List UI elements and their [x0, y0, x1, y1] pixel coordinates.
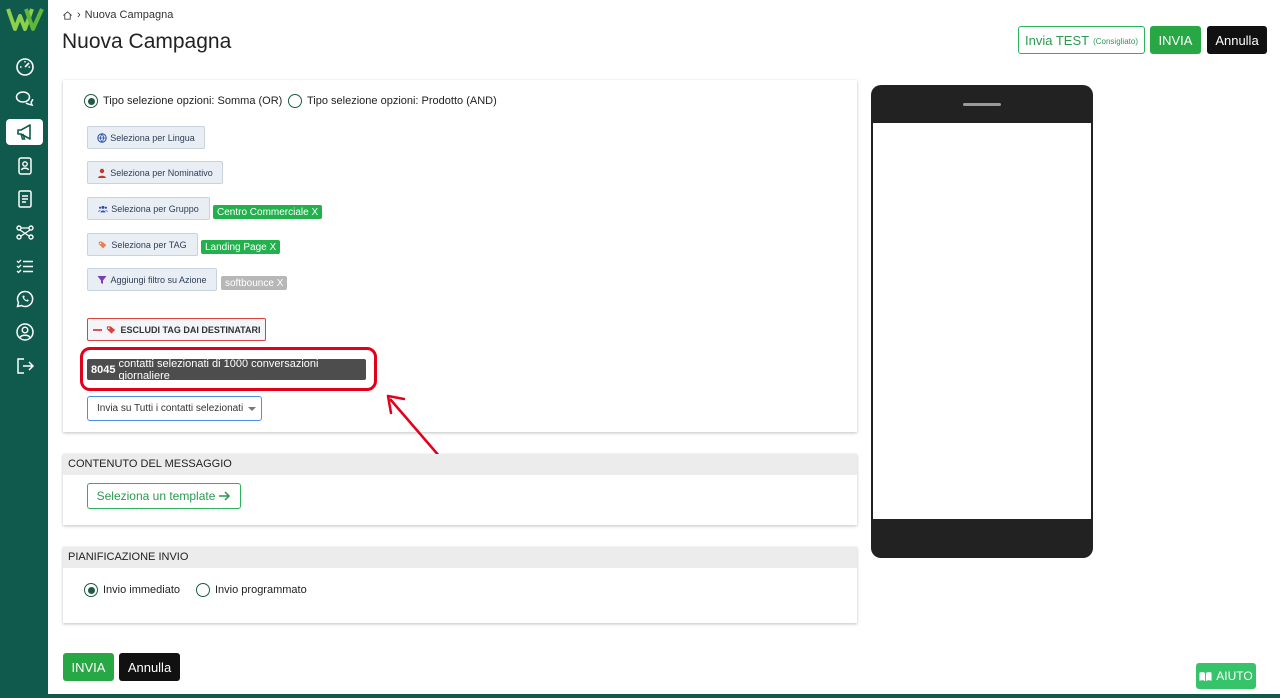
phone-screen — [873, 123, 1091, 519]
home-icon[interactable] — [62, 10, 73, 21]
send-target-value: Invia su Tutti i contatti selezionati — [97, 403, 244, 414]
breadcrumb-separator: › — [77, 9, 81, 21]
sidebar-item-tasks[interactable] — [6, 253, 43, 279]
breadcrumb-current: Nuova Campagna — [84, 9, 174, 21]
filter-language-label: Seleziona per Lingua — [110, 132, 195, 143]
send-target-select[interactable]: Invia su Tutti i contatti selezionati — [87, 396, 262, 421]
megaphone-icon — [16, 124, 31, 140]
radio-immediate[interactable] — [84, 583, 98, 597]
users-icon — [98, 205, 109, 212]
cancel-button-bottom[interactable]: Annulla — [119, 653, 180, 681]
breadcrumb: › Nuova Campagna — [62, 9, 173, 21]
help-button[interactable]: AIUTO — [1196, 663, 1256, 689]
tags-icon — [99, 241, 107, 248]
filter-icon — [97, 275, 107, 284]
option-and-label: Tipo selezione opzioni: Prodotto (AND) — [307, 95, 497, 107]
option-or[interactable]: Tipo selezione opzioni: Somma (OR) — [84, 94, 282, 108]
phone-speaker — [963, 103, 1001, 106]
send-button-bottom[interactable]: INVIA — [63, 653, 114, 681]
select-template-button[interactable]: Seleziona un template — [87, 483, 241, 509]
contacts-icon — [17, 157, 32, 175]
sidebar-item-whatsapp[interactable] — [6, 286, 43, 312]
filter-action-label: Aggiungi filtro su Azione — [110, 274, 207, 285]
action-tag[interactable]: softbounce X — [221, 276, 288, 290]
sidebar-item-contacts[interactable] — [6, 153, 43, 179]
tag-icon — [106, 325, 115, 334]
page-title: Nuova Campagna — [62, 30, 232, 53]
cancel-button[interactable]: Annulla — [1207, 26, 1267, 54]
option-immediate[interactable]: Invio immediato — [84, 583, 180, 597]
sidebar-item-profile[interactable] — [6, 319, 43, 345]
user-icon — [98, 168, 107, 178]
send-test-label: Invia TEST — [1025, 32, 1090, 48]
option-scheduled[interactable]: Invio programmato — [196, 583, 307, 597]
sidebar-item-chat[interactable] — [6, 86, 43, 112]
filter-group-button[interactable]: Seleziona per Gruppo — [87, 197, 210, 220]
sidebar-item-dashboard[interactable] — [6, 53, 43, 79]
recipients-card: Tipo selezione opzioni: Somma (OR) Tipo … — [63, 80, 857, 432]
send-button[interactable]: INVIA — [1150, 26, 1201, 54]
group-tag[interactable]: Centro Commerciale X — [213, 205, 323, 219]
help-label: AIUTO — [1216, 669, 1253, 683]
schedule-header: PIANIFICAZIONE INVIO — [63, 547, 857, 568]
book-icon — [1199, 671, 1212, 681]
radio-scheduled[interactable] — [196, 583, 210, 597]
filter-language-button[interactable]: Seleziona per Lingua — [87, 126, 205, 149]
radio-and[interactable] — [288, 94, 302, 108]
filter-tag-button[interactable]: Seleziona per TAG — [87, 233, 198, 256]
globe-icon — [97, 132, 107, 143]
exclude-tags-label: ESCLUDI TAG DAI DESTINATARI — [120, 324, 261, 335]
user-circle-icon — [15, 323, 34, 341]
exclude-tags-button[interactable]: ESCLUDI TAG DAI DESTINATARI — [87, 318, 266, 341]
filter-name-label: Seleziona per Nominativo — [110, 167, 213, 178]
chat-icon — [15, 91, 33, 107]
document-icon — [17, 190, 32, 208]
send-test-button[interactable]: Invia TEST (Consigliato) — [1018, 26, 1145, 54]
flow-icon — [15, 225, 34, 240]
tag-tag[interactable]: Landing Page X — [201, 240, 281, 254]
phone-preview — [871, 85, 1093, 558]
filter-action-button[interactable]: Aggiungi filtro su Azione — [87, 268, 217, 291]
message-content-header: CONTENUTO DEL MESSAGGIO — [63, 454, 857, 475]
minus-icon — [92, 328, 102, 331]
send-test-note: (Consigliato) — [1093, 36, 1138, 46]
arrow-right-icon — [219, 491, 231, 501]
option-immediate-label: Invio immediato — [103, 584, 181, 596]
whatsapp-icon — [15, 290, 33, 308]
bottom-border — [0, 694, 1280, 698]
option-or-label: Tipo selezione opzioni: Somma (OR) — [103, 95, 283, 107]
sidebar-item-documents[interactable] — [6, 186, 43, 212]
caret-down-icon — [248, 406, 257, 411]
filter-tag-label: Seleziona per TAG — [111, 239, 187, 250]
sidebar — [0, 0, 48, 698]
radio-or[interactable] — [84, 94, 98, 108]
dashboard-icon — [15, 58, 34, 76]
schedule-card: PIANIFICAZIONE INVIO Invio immediato Inv… — [63, 547, 857, 623]
option-scheduled-label: Invio programmato — [215, 584, 307, 596]
sidebar-item-logout[interactable] — [6, 353, 43, 379]
annotation-highlight — [80, 347, 377, 391]
annotation-arrow — [386, 394, 441, 458]
sidebar-item-flows[interactable] — [6, 219, 43, 245]
sidebar-item-campaigns[interactable] — [6, 119, 43, 145]
checklist-icon — [16, 259, 33, 274]
filter-name-button[interactable]: Seleziona per Nominativo — [87, 161, 223, 184]
logout-icon — [16, 358, 34, 374]
message-content-card: CONTENUTO DEL MESSAGGIO Seleziona un tem… — [63, 454, 857, 525]
option-and[interactable]: Tipo selezione opzioni: Prodotto (AND) — [288, 94, 497, 108]
app-logo[interactable] — [6, 6, 44, 32]
select-template-label: Seleziona un template — [96, 489, 216, 503]
filter-group-label: Seleziona per Gruppo — [111, 203, 199, 214]
